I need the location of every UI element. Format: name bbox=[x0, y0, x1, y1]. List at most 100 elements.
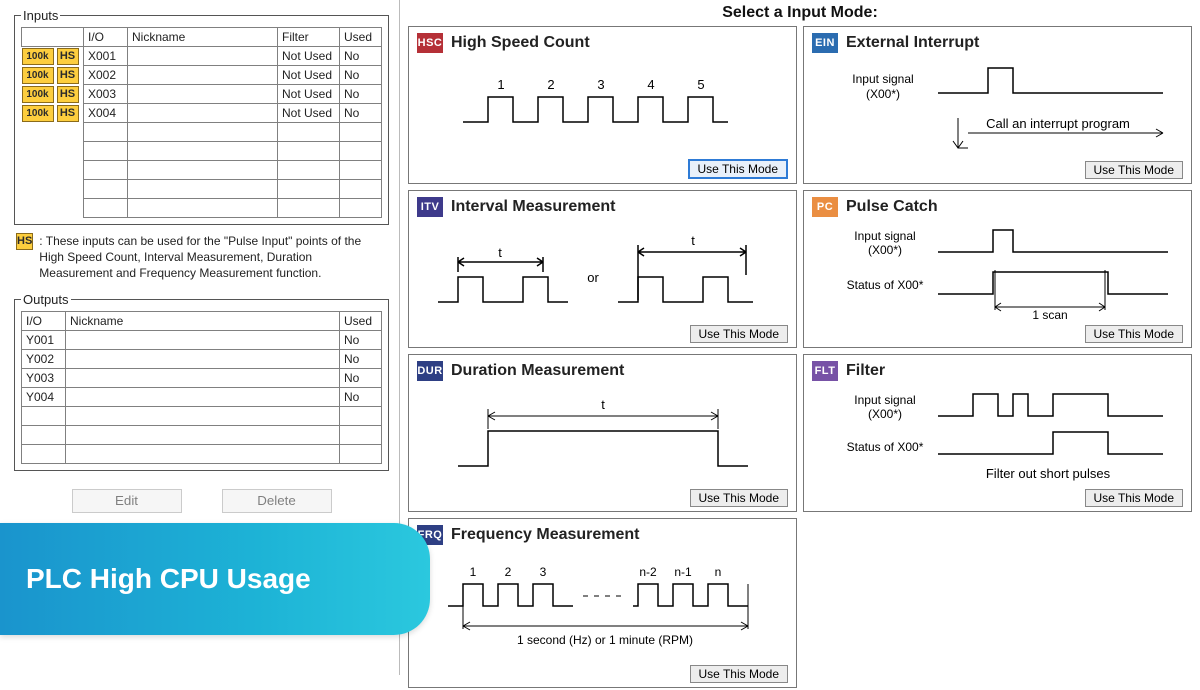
hs-icon: HS bbox=[57, 67, 79, 84]
speed-100k-icon: 100k bbox=[22, 105, 54, 122]
itv-diagram: t or t bbox=[417, 219, 788, 325]
ein-use-button[interactable]: Use This Mode bbox=[1085, 161, 1183, 179]
mode-card-hsc: HSC High Speed Count 12345 Use This Mode bbox=[408, 26, 797, 184]
itv-use-button[interactable]: Use This Mode bbox=[690, 325, 788, 343]
svg-text:2: 2 bbox=[547, 77, 554, 92]
hs-icon: HS bbox=[16, 233, 33, 250]
hs-icon: HS bbox=[57, 48, 79, 65]
pc-title: Pulse Catch bbox=[846, 198, 938, 216]
table-row[interactable]: Y004No bbox=[22, 387, 382, 406]
hsc-title: High Speed Count bbox=[451, 34, 590, 52]
mode-card-ein: EIN External Interrupt Input signal (X00… bbox=[803, 26, 1192, 184]
svg-text:Input signal: Input signal bbox=[852, 72, 913, 86]
dur-diagram: t bbox=[417, 383, 788, 489]
hs-note-text: : These inputs can be used for the "Puls… bbox=[39, 233, 387, 282]
svg-text:t: t bbox=[601, 397, 605, 412]
table-row bbox=[22, 180, 382, 199]
pc-use-button[interactable]: Use This Mode bbox=[1085, 325, 1183, 343]
svg-text:Call an interrupt program: Call an interrupt program bbox=[986, 116, 1130, 131]
delete-button[interactable]: Delete bbox=[222, 489, 332, 513]
svg-text:t: t bbox=[691, 233, 695, 248]
right-pane: Select a Input Mode: HSC High Speed Coun… bbox=[400, 0, 1200, 675]
table-row bbox=[22, 406, 382, 425]
hsc-diagram: 12345 bbox=[417, 55, 788, 159]
ein-title: External Interrupt bbox=[846, 34, 979, 52]
table-row[interactable]: 100kHSX002Not UsedNo bbox=[22, 66, 382, 85]
table-row[interactable]: Y003No bbox=[22, 368, 382, 387]
hs-icon: HS bbox=[57, 105, 79, 122]
table-row bbox=[22, 123, 382, 142]
inputs-col: Nickname bbox=[128, 28, 278, 47]
mode-card-frq: FRQ Frequency Measurement 123n-2n-1n 1 s… bbox=[408, 518, 797, 688]
svg-text:n: n bbox=[714, 565, 721, 579]
flt-title: Filter bbox=[846, 362, 885, 380]
flt-use-button[interactable]: Use This Mode bbox=[1085, 489, 1183, 507]
table-row bbox=[22, 161, 382, 180]
mode-card-itv: ITV Interval Measurement t or bbox=[408, 190, 797, 348]
svg-text:1: 1 bbox=[469, 565, 476, 579]
svg-text:2: 2 bbox=[504, 565, 511, 579]
frq-use-button[interactable]: Use This Mode bbox=[690, 665, 788, 683]
table-row[interactable]: 100kHSX004Not UsedNo bbox=[22, 104, 382, 123]
table-row bbox=[22, 444, 382, 463]
ein-diagram: Input signal (X00*) Call an interrupt pr… bbox=[812, 55, 1183, 161]
table-row bbox=[22, 199, 382, 218]
banner-text: PLC High CPU Usage bbox=[26, 563, 311, 595]
svg-text:5: 5 bbox=[697, 77, 704, 92]
outputs-col: I/O bbox=[22, 311, 66, 330]
left-button-row: Edit Delete bbox=[14, 489, 389, 513]
outputs-legend: Outputs bbox=[21, 292, 71, 307]
table-row bbox=[22, 142, 382, 161]
edit-button[interactable]: Edit bbox=[72, 489, 182, 513]
overlay-banner: PLC High CPU Usage bbox=[0, 523, 430, 635]
right-header: Select a Input Mode: bbox=[406, 0, 1194, 24]
inputs-col: Filter bbox=[278, 28, 340, 47]
svg-text:or: or bbox=[587, 270, 599, 285]
svg-text:Status of X00*: Status of X00* bbox=[846, 440, 923, 454]
speed-100k-icon: 100k bbox=[22, 48, 54, 65]
mode-grid: HSC High Speed Count 12345 Use This Mode bbox=[406, 24, 1194, 690]
mode-card-dur: DUR Duration Measurement t Use This Mode bbox=[408, 354, 797, 512]
dur-icon: DUR bbox=[417, 361, 443, 381]
table-row[interactable]: Y001No bbox=[22, 330, 382, 349]
svg-text:(X00*): (X00*) bbox=[867, 407, 901, 421]
flt-diagram: Input signal (X00*) Status of X00* Filte… bbox=[812, 383, 1183, 489]
hsc-use-button[interactable]: Use This Mode bbox=[688, 159, 788, 179]
hs-icon: HS bbox=[57, 86, 79, 103]
dur-use-button[interactable]: Use This Mode bbox=[690, 489, 788, 507]
svg-text:Input signal: Input signal bbox=[854, 229, 915, 243]
speed-100k-icon: 100k bbox=[22, 86, 54, 103]
flt-icon: FLT bbox=[812, 361, 838, 381]
inputs-legend: Inputs bbox=[21, 8, 60, 23]
svg-text:n-1: n-1 bbox=[674, 565, 692, 579]
outputs-col: Used bbox=[340, 311, 382, 330]
hs-note: HS : These inputs can be used for the "P… bbox=[16, 233, 387, 282]
inputs-table: I/ONicknameFilterUsed 100kHSX001Not Used… bbox=[21, 27, 382, 218]
svg-text:1 scan: 1 scan bbox=[1032, 308, 1067, 322]
pc-diagram: Input signal (X00*) Status of X00* 1 sca… bbox=[812, 219, 1183, 325]
table-row[interactable]: 100kHSX001Not UsedNo bbox=[22, 47, 382, 66]
mode-card-flt: FLT Filter Input signal (X00*) Status of… bbox=[803, 354, 1192, 512]
frq-title: Frequency Measurement bbox=[451, 526, 640, 544]
svg-text:(X00*): (X00*) bbox=[865, 87, 899, 101]
svg-text:1: 1 bbox=[497, 77, 504, 92]
itv-title: Interval Measurement bbox=[451, 198, 616, 216]
inputs-col: I/O bbox=[84, 28, 128, 47]
outputs-group: Outputs I/ONicknameUsed Y001NoY002NoY003… bbox=[14, 292, 389, 471]
ein-icon: EIN bbox=[812, 33, 838, 53]
svg-text:t: t bbox=[498, 245, 502, 260]
outputs-col: Nickname bbox=[66, 311, 340, 330]
itv-icon: ITV bbox=[417, 197, 443, 217]
table-row bbox=[22, 425, 382, 444]
inputs-group: Inputs I/ONicknameFilterUsed 100kHSX001N… bbox=[14, 8, 389, 225]
outputs-table: I/ONicknameUsed Y001NoY002NoY003NoY004No bbox=[21, 311, 382, 464]
mode-card-pc: PC Pulse Catch Input signal (X00*) Statu… bbox=[803, 190, 1192, 348]
svg-text:n-2: n-2 bbox=[639, 565, 657, 579]
table-row[interactable]: 100kHSX003Not UsedNo bbox=[22, 85, 382, 104]
svg-text:(X00*): (X00*) bbox=[867, 243, 901, 257]
speed-100k-icon: 100k bbox=[22, 67, 54, 84]
svg-text:Input signal: Input signal bbox=[854, 393, 915, 407]
svg-text:Status of X00*: Status of X00* bbox=[846, 278, 923, 292]
inputs-col: Used bbox=[340, 28, 382, 47]
table-row[interactable]: Y002No bbox=[22, 349, 382, 368]
